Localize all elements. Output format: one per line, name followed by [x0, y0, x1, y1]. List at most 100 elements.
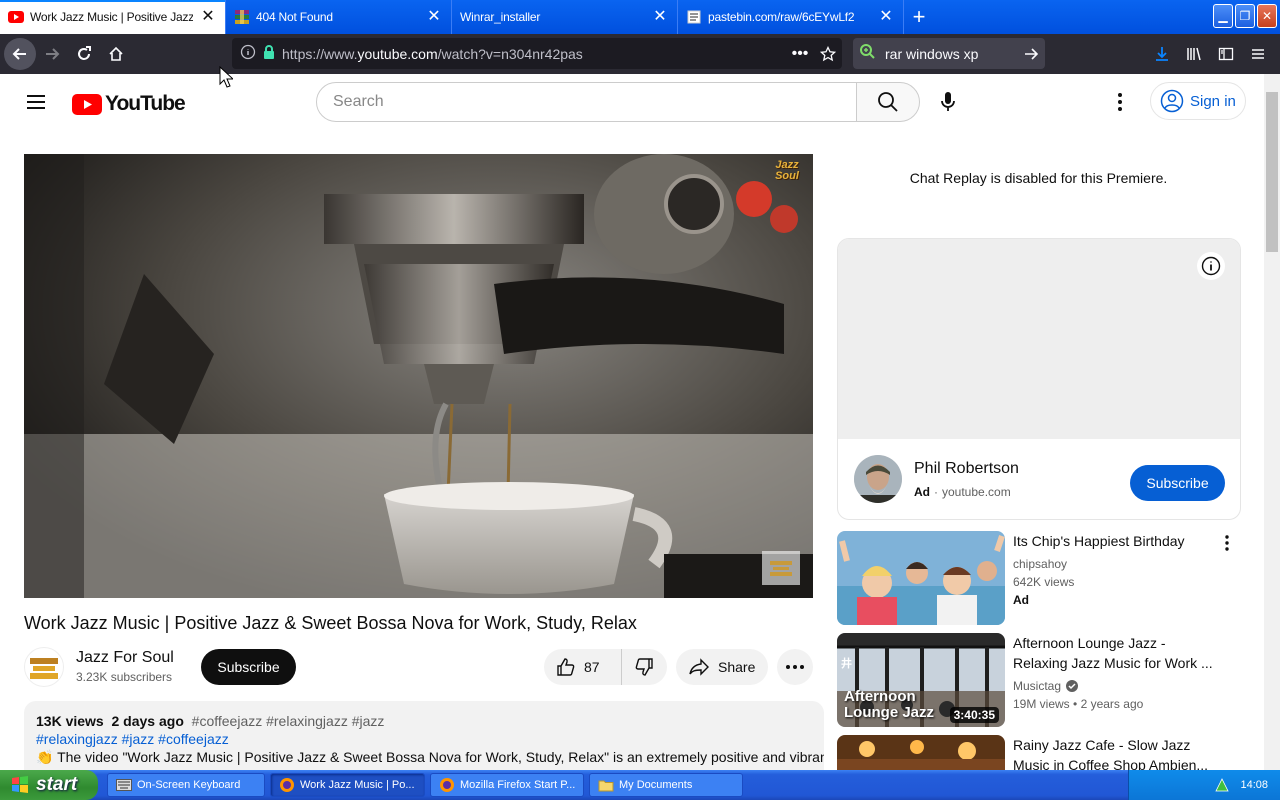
video-description[interactable]: 13K views 2 days ago #coffeejazz #relaxi…: [24, 701, 824, 781]
description-text-line: 👏 The video "Work Jazz Music | Positive …: [36, 749, 824, 766]
channel-watermark: Jazz Soul: [775, 159, 799, 182]
more-horiz-icon: [786, 665, 804, 669]
recommendation-item[interactable]: Rainy Jazz Cafe - Slow Jazz Music in Cof…: [837, 735, 1241, 770]
taskbar-item-label: On-Screen Keyboard: [137, 779, 241, 791]
sidebar-icon[interactable]: [1210, 38, 1242, 70]
lock-icon[interactable]: [262, 44, 276, 63]
youtube-search-input[interactable]: Search: [316, 82, 857, 122]
view-count: 13K views: [36, 713, 104, 729]
youtube-logo-icon: [72, 93, 102, 115]
search-placeholder: Search: [333, 93, 384, 110]
ad-media[interactable]: [838, 239, 1240, 439]
dislike-button[interactable]: [622, 649, 666, 685]
recommendation-views: 19M views: [1013, 697, 1070, 711]
recommendation-thumbnail[interactable]: [837, 531, 1005, 625]
ad-info-icon[interactable]: [1197, 252, 1225, 280]
taskbar-item-youtube-window[interactable]: Work Jazz Music | Po...: [270, 773, 425, 797]
branding-watermark-icon[interactable]: [762, 551, 800, 585]
minimize-icon[interactable]: ▁: [1213, 4, 1233, 28]
url-bar[interactable]: https://www.youtube.com/watch?v=n304nr42…: [232, 38, 842, 69]
page-scrollbar[interactable]: [1264, 74, 1280, 770]
close-icon[interactable]: ✕: [199, 9, 217, 25]
guide-menu-icon[interactable]: [24, 90, 48, 114]
recommendation-item[interactable]: Its Chip's Happiest Birthday chipsahoy 6…: [837, 531, 1241, 625]
search-icon: [878, 92, 898, 112]
ad-card[interactable]: Phil Robertson Ad · youtube.com Subscrib…: [837, 238, 1241, 520]
hamburger-menu-icon[interactable]: [1242, 38, 1274, 70]
forward-icon[interactable]: [36, 38, 68, 70]
window-close-icon[interactable]: ✕: [1257, 4, 1277, 28]
back-icon[interactable]: [4, 38, 36, 70]
close-icon[interactable]: ✕: [877, 9, 895, 25]
library-icon[interactable]: [1178, 38, 1210, 70]
tab-title: pastebin.com/raw/6cEYwLf2: [708, 10, 855, 24]
taskbar-item-firefox-start[interactable]: Mozilla Firefox Start P...: [430, 773, 584, 797]
microphone-icon[interactable]: [928, 82, 968, 122]
recommendation-title[interactable]: Afternoon Lounge Jazz - Relaxing Jazz Mu…: [1013, 633, 1213, 673]
browser-tab-bar: Work Jazz Music | Positive Jazz & Sweet …: [0, 0, 1280, 34]
bookmark-star-icon[interactable]: [814, 45, 842, 62]
inline-hashtags[interactable]: #coffeejazz #relaxingjazz #jazz: [192, 713, 385, 729]
video-player[interactable]: Jazz Soul: [24, 154, 813, 598]
search-engine-icon: [859, 43, 877, 64]
restore-icon[interactable]: ❐: [1235, 4, 1255, 28]
channel-name[interactable]: Jazz For Soul: [76, 649, 174, 667]
sign-in-label: Sign in: [1190, 92, 1236, 110]
firefox-icon: [440, 778, 454, 792]
like-button[interactable]: 87: [544, 649, 622, 685]
scrollbar-thumb[interactable]: [1266, 92, 1278, 252]
more-actions-button[interactable]: [777, 649, 813, 685]
url-text: https://www.youtube.com/watch?v=n304nr42…: [276, 46, 786, 62]
channel-avatar[interactable]: [24, 647, 64, 687]
ad-domain: youtube.com: [942, 485, 1011, 499]
arrow-right-icon[interactable]: [1017, 46, 1045, 62]
start-button[interactable]: start: [0, 770, 98, 800]
chat-replay-message: Chat Replay is disabled for this Premier…: [909, 170, 1168, 186]
sign-in-button[interactable]: Sign in: [1150, 82, 1246, 120]
close-icon[interactable]: ✕: [425, 9, 443, 25]
tab-youtube[interactable]: Work Jazz Music | Positive Jazz & Sweet …: [0, 0, 226, 34]
more-vert-icon[interactable]: [1217, 533, 1237, 553]
page-actions-icon[interactable]: •••: [786, 45, 814, 63]
tab-404[interactable]: 404 Not Found ✕: [226, 0, 452, 34]
tab-pastebin[interactable]: pastebin.com/raw/6cEYwLf2 ✕: [678, 0, 904, 34]
new-tab-icon[interactable]: +: [904, 0, 934, 34]
info-icon[interactable]: [240, 44, 256, 63]
tab-winrar-installer[interactable]: Winrar_installer ✕: [452, 0, 678, 34]
start-label: start: [36, 774, 78, 795]
recommendation-channel[interactable]: chipsahoy: [1013, 557, 1067, 571]
description-text: The video "Work Jazz Music | Positive Ja…: [57, 749, 824, 765]
winrar-icon: [234, 9, 250, 25]
security-alert-icon[interactable]: [1214, 777, 1230, 793]
youtube-icon: [8, 9, 24, 25]
reload-icon[interactable]: [68, 38, 100, 70]
ad-subscribe-button[interactable]: Subscribe: [1130, 465, 1225, 501]
system-clock[interactable]: 14:08: [1240, 779, 1268, 791]
taskbar-item-keyboard[interactable]: On-Screen Keyboard: [107, 773, 265, 797]
recommendation-thumbnail[interactable]: 井 Afternoon Lounge Jazz 3:40:35: [837, 633, 1005, 727]
recommendation-title[interactable]: Its Chip's Happiest Birthday: [1013, 531, 1213, 551]
recommendation-title[interactable]: Rainy Jazz Cafe - Slow Jazz Music in Cof…: [1013, 735, 1213, 770]
youtube-header: YouTube Search Sign in: [0, 74, 1264, 130]
share-button[interactable]: Share: [676, 649, 768, 685]
download-icon[interactable]: [1146, 38, 1178, 70]
recommendation-channel[interactable]: Musictag: [1013, 679, 1061, 693]
url-path: /watch?v=n304nr42pas: [437, 45, 583, 62]
youtube-logo[interactable]: YouTube: [72, 92, 186, 116]
hashtag-links[interactable]: #relaxingjazz #jazz #coffeejazz: [36, 731, 812, 747]
recommendation-item[interactable]: 井 Afternoon Lounge Jazz 3:40:35 Afternoo…: [837, 633, 1241, 727]
home-icon[interactable]: [100, 38, 132, 70]
ad-avatar[interactable]: [854, 455, 902, 503]
recommendation-thumbnail[interactable]: [837, 735, 1005, 770]
more-vert-icon[interactable]: [1104, 86, 1136, 118]
web-search-input[interactable]: rar windows xp: [853, 38, 1045, 69]
close-icon[interactable]: ✕: [651, 9, 669, 25]
taskbar-item-my-documents[interactable]: My Documents: [589, 773, 743, 797]
thumbnail-glyph: 井: [841, 658, 852, 670]
ad-advertiser-name[interactable]: Phil Robertson: [914, 460, 1019, 478]
youtube-logo-text: YouTube: [105, 92, 186, 115]
subscribe-button[interactable]: Subscribe: [201, 649, 296, 685]
youtube-search-button[interactable]: [856, 82, 920, 122]
taskbar-item-label: Work Jazz Music | Po...: [300, 779, 415, 791]
firefox-icon: [280, 778, 294, 792]
